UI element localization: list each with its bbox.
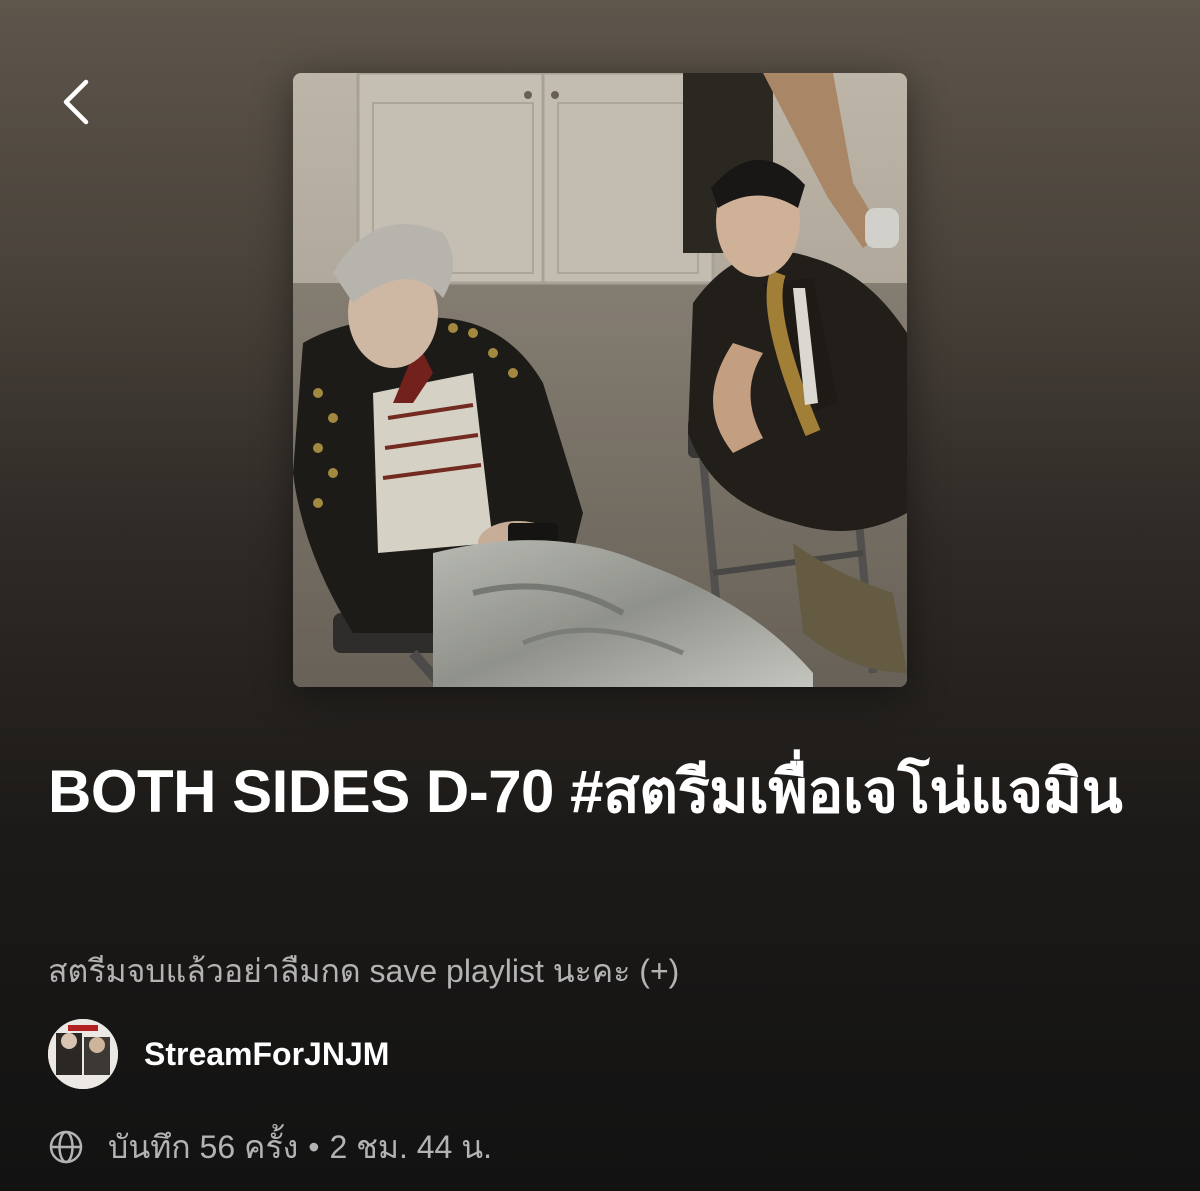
back-button[interactable] [44,70,108,134]
meta-separator: • [308,1128,320,1165]
avatar[interactable] [48,1019,118,1089]
owner-name[interactable]: StreamForJNJM [144,1036,389,1073]
save-count: บันทึก 56 ครั้ง [108,1128,299,1165]
playlist-duration: 2 ชม. 44 น. [329,1128,492,1165]
globe-icon [49,1130,83,1164]
playlist-meta: บันทึก 56 ครั้ง • 2 ชม. 44 น. [48,1124,492,1170]
avatar-image [48,1019,118,1089]
playlist-owner[interactable]: StreamForJNJM [48,1019,389,1089]
playlist-title: BOTH SIDES D-70 #สตรีมเพื่อเจโน่แจมิน [48,758,1123,825]
chevron-left-icon [63,79,89,125]
playlist-description: สตรีมจบแล้วอย่าลืมกด save playlist นะคะ … [48,953,680,989]
playlist-cover-image [293,73,907,687]
cover-photo [293,73,907,687]
